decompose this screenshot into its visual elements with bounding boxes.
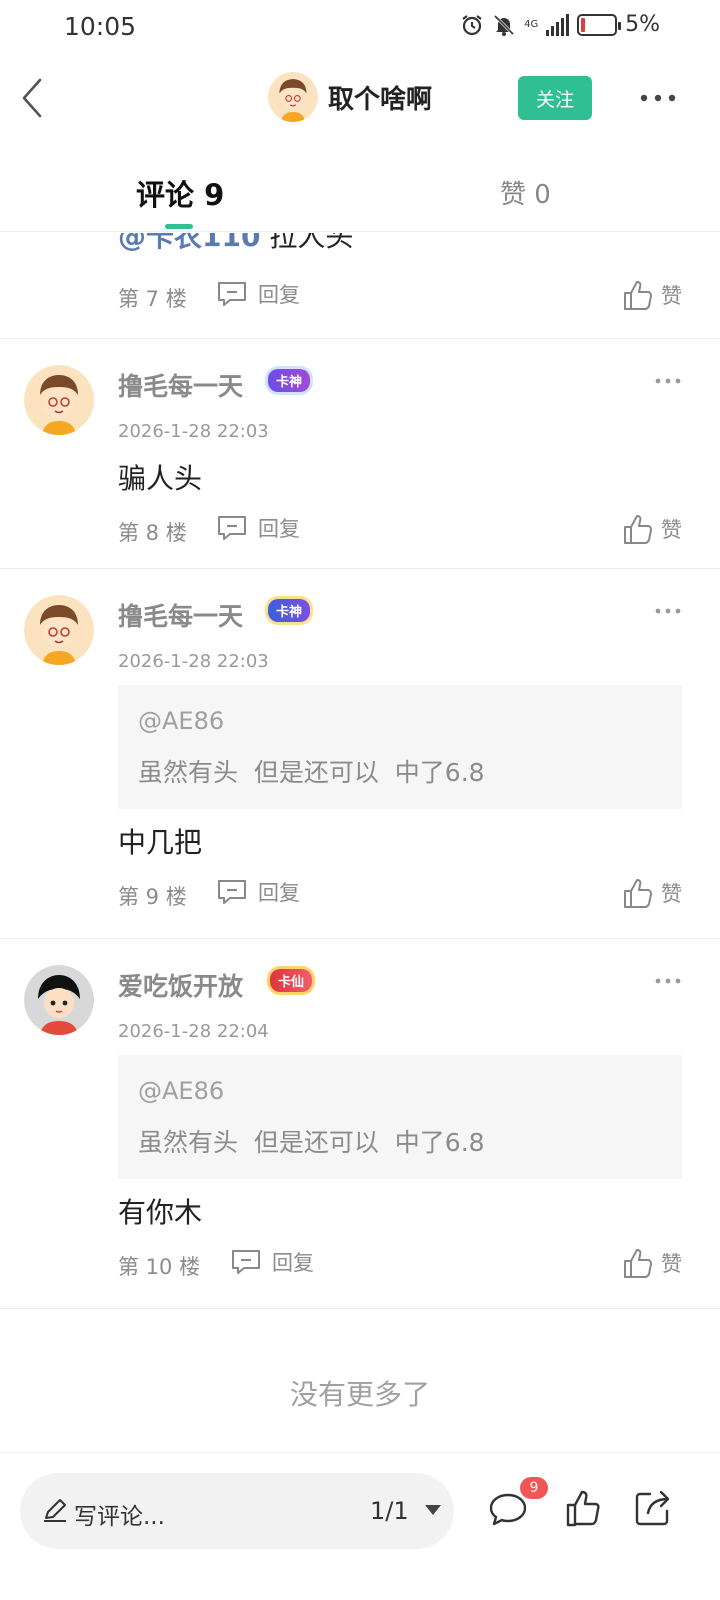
comment-user-name[interactable]: 撸毛每一天 — [118, 597, 243, 633]
comment-text-rest: 拉人头 — [260, 233, 354, 253]
thumbs-up-icon[interactable] — [566, 1489, 600, 1527]
comment-time: 2026-1-28 22:03 — [118, 651, 269, 672]
tab-comments[interactable]: 评论 9 — [136, 172, 224, 214]
reply-label: 回复 — [258, 881, 300, 905]
like-button[interactable]: 赞 — [623, 877, 682, 909]
reply-button[interactable]: 回复 — [216, 877, 300, 907]
thumbs-up-icon — [624, 281, 652, 310]
floor-label: 第 9 楼 — [118, 885, 187, 909]
status-icons: 4G 5% — [460, 12, 660, 37]
reply-button[interactable]: 回复 — [230, 1247, 314, 1277]
avatar[interactable] — [268, 72, 318, 122]
comment-count-badge: 9 — [520, 1477, 548, 1499]
more-options-icon[interactable] — [655, 377, 681, 385]
like-button[interactable]: 赞 — [623, 1247, 682, 1279]
back-arrow-icon[interactable] — [16, 76, 52, 120]
user-badge: 卡神 — [268, 599, 311, 622]
alarm-icon — [462, 14, 482, 35]
user-badge: 卡神 — [268, 369, 311, 392]
reply-label: 回复 — [272, 1251, 314, 1275]
write-comment-placeholder: 写评论... — [74, 1504, 165, 1530]
comment-icon[interactable] — [488, 1491, 528, 1527]
like-label: 赞 — [661, 284, 682, 308]
tab-likes[interactable]: 赞 0 — [500, 174, 551, 211]
comment-footer: 第 7 楼 回复 赞 — [118, 279, 682, 315]
like-label: 赞 — [661, 1252, 682, 1276]
status-time: 10:05 — [64, 12, 137, 41]
reply-label: 回复 — [258, 283, 300, 307]
quote-user[interactable]: @AE86 — [138, 1077, 224, 1105]
avatar[interactable] — [24, 965, 94, 1035]
comment-list[interactable]: @卡农110 拉人头 第 7 楼 回复 赞 撸毛每一天 卡神 2026-1-28… — [0, 233, 720, 1451]
comment-footer: 第 10 楼 回复 赞 — [118, 1247, 682, 1283]
top-header: 取个啥啊 关注 — [0, 54, 720, 144]
comment-text: 中几把 — [118, 826, 203, 859]
list-item: 撸毛每一天 卡神 2026-1-28 22:03 @AE86 虽然有头 但是还可… — [0, 569, 720, 939]
badge-label: 卡神 — [268, 369, 311, 392]
reply-button[interactable]: 回复 — [216, 513, 300, 543]
follow-button[interactable]: 关注 — [518, 76, 592, 120]
user-badge: 卡仙 — [270, 969, 313, 992]
thumbs-up-icon — [624, 515, 652, 544]
like-label: 赞 — [661, 518, 682, 542]
list-item: @卡农110 拉人头 第 7 楼 回复 赞 — [0, 233, 720, 339]
header-user-name[interactable]: 取个啥啊 — [328, 79, 432, 116]
status-bar: 10:05 4G 5% — [0, 0, 720, 54]
thumbs-up-icon — [624, 1249, 652, 1278]
list-item: 爱吃饭开放 卡仙 2026-1-28 22:04 @AE86 虽然有头 但是还可… — [0, 939, 720, 1309]
like-label: 赞 — [661, 882, 682, 906]
more-options-icon[interactable] — [655, 607, 681, 615]
floor-label: 第 10 楼 — [118, 1255, 201, 1279]
more-options-icon[interactable] — [638, 88, 678, 108]
battery-icon — [577, 13, 622, 36]
mute-bell-icon — [494, 14, 515, 36]
share-icon[interactable] — [634, 1489, 672, 1527]
thumbs-up-icon — [624, 879, 652, 908]
reply-icon — [218, 880, 246, 904]
list-item: 撸毛每一天 卡神 2026-1-28 22:03 骗人头 第 8 楼 回复 赞 — [0, 339, 720, 569]
quote-text: 虽然有头 但是还可以 中了6.8 — [138, 1128, 485, 1157]
quoted-comment[interactable]: @AE86 虽然有头 但是还可以 中了6.8 — [118, 685, 682, 809]
like-button[interactable]: 赞 — [623, 513, 682, 545]
signal-icon — [546, 13, 570, 36]
comment-user-name[interactable]: 撸毛每一天 — [118, 367, 243, 403]
floor-label: 第 7 楼 — [118, 287, 187, 311]
comment-user-name[interactable]: 爱吃饭开放 — [118, 967, 243, 1003]
comment-text: @卡农110 拉人头 — [118, 233, 353, 255]
reply-label: 回复 — [258, 517, 300, 541]
page-indicator[interactable]: 1/1 — [370, 1497, 409, 1525]
comment-text: 骗人头 — [118, 462, 203, 495]
comment-footer: 第 9 楼 回复 赞 — [118, 877, 682, 913]
quoted-comment[interactable]: @AE86 虽然有头 但是还可以 中了6.8 — [118, 1055, 682, 1179]
avatar[interactable] — [24, 595, 94, 665]
tab-active-indicator — [165, 224, 193, 229]
comment-time: 2026-1-28 22:04 — [118, 1021, 269, 1042]
bottom-action-bar: 写评论... 1/1 9 — [0, 1452, 720, 1600]
pen-icon — [44, 1499, 66, 1522]
battery-percent: 5% — [625, 12, 660, 37]
reply-icon — [232, 1250, 260, 1274]
quote-text: 虽然有头 但是还可以 中了6.8 — [138, 758, 485, 787]
badge-label: 卡仙 — [270, 969, 313, 992]
like-button[interactable]: 赞 — [623, 279, 682, 311]
avatar[interactable] — [24, 365, 94, 435]
network-label: 4G — [524, 18, 539, 30]
more-options-icon[interactable] — [655, 977, 681, 985]
reply-icon — [218, 282, 246, 306]
comment-footer: 第 8 楼 回复 赞 — [118, 513, 682, 549]
profile-header[interactable]: 取个啥啊 — [268, 72, 432, 122]
reply-button[interactable]: 回复 — [216, 279, 300, 309]
tab-bar: 评论 9 赞 0 — [0, 160, 720, 232]
floor-label: 第 8 楼 — [118, 521, 187, 545]
comment-time: 2026-1-28 22:03 — [118, 421, 269, 442]
comment-text: 有你木 — [118, 1196, 203, 1229]
badge-label: 卡神 — [268, 599, 311, 622]
write-comment-input[interactable]: 写评论... 1/1 — [20, 1473, 454, 1549]
quote-user[interactable]: @AE86 — [138, 707, 224, 735]
mention-link[interactable]: @卡农110 — [118, 233, 260, 253]
reply-icon — [218, 516, 246, 540]
caret-down-icon[interactable] — [425, 1505, 441, 1515]
end-of-list-text: 没有更多了 — [289, 1378, 430, 1411]
